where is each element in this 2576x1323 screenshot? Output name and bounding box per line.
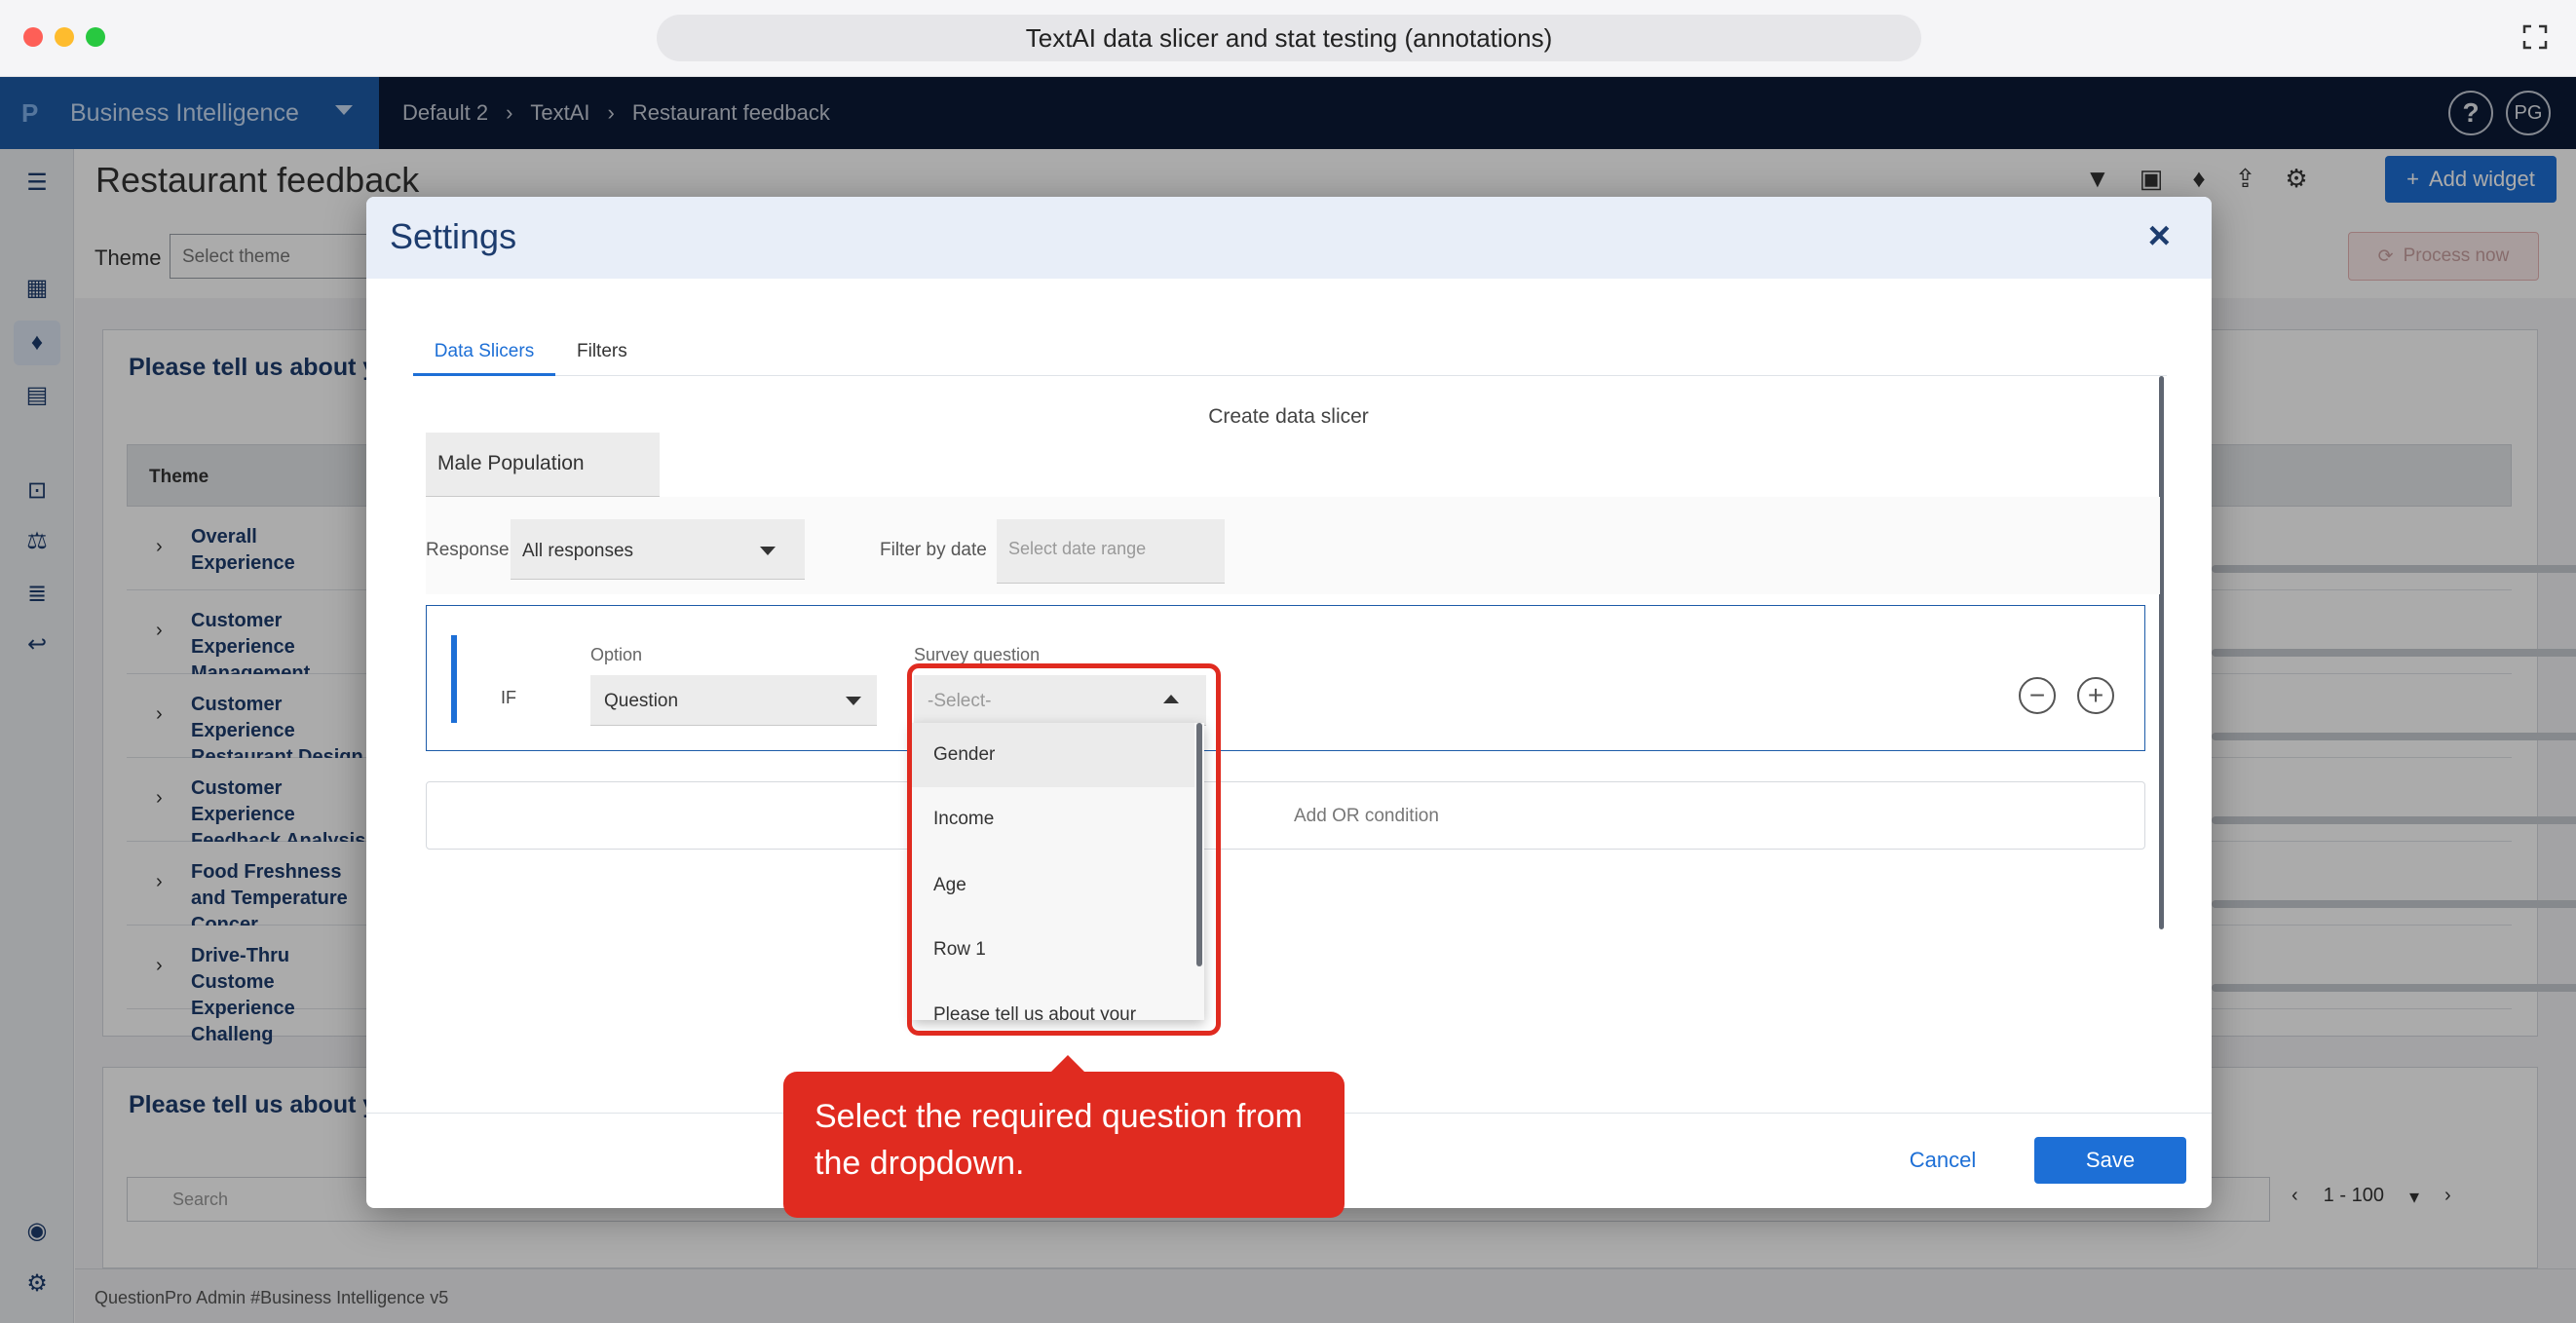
- add-condition-button[interactable]: +: [2077, 677, 2114, 714]
- add-or-label: Add OR condition: [1294, 806, 1439, 826]
- close-icon[interactable]: ×: [2148, 214, 2171, 258]
- save-button[interactable]: Save: [2034, 1137, 2186, 1184]
- section-title: Create data slicer: [1208, 405, 1369, 428]
- annotation-callout: Select the required question from the dr…: [783, 1072, 1345, 1218]
- modal-header: Settings ×: [366, 197, 2212, 279]
- window-chrome: TextAI data slicer and stat testing (ann…: [0, 0, 2576, 77]
- tab-data-slicers[interactable]: Data Slicers: [413, 331, 555, 376]
- modal-tabs: Data Slicers Filters: [413, 331, 2167, 376]
- annotation-highlight: [907, 663, 1221, 1036]
- response-status-value: All responses: [522, 541, 634, 561]
- chevron-down-icon: [846, 697, 861, 705]
- response-status-select[interactable]: All responses: [511, 519, 805, 580]
- callout-arrow: [1050, 1055, 1085, 1073]
- add-or-condition-button[interactable]: Add OR condition: [426, 781, 2145, 850]
- remove-condition-button[interactable]: −: [2019, 677, 2056, 714]
- chevron-down-icon: [760, 547, 776, 555]
- modal-title: Settings: [390, 216, 517, 256]
- fullscreen-icon[interactable]: [2521, 23, 2549, 51]
- option-label: Option: [590, 645, 643, 664]
- cancel-button[interactable]: Cancel: [1886, 1138, 1999, 1183]
- if-label: IF: [501, 688, 516, 707]
- condition-block: IF Option Question Survey question -Sele…: [426, 605, 2145, 751]
- settings-modal: Settings × Data Slicers Filters Create d…: [366, 197, 2212, 1208]
- tab-filters[interactable]: Filters: [577, 341, 627, 362]
- scrollbar[interactable]: [2159, 376, 2164, 929]
- maximize-window-button[interactable]: [86, 27, 105, 47]
- close-window-button[interactable]: [23, 27, 43, 47]
- survey-question-label: Survey question: [914, 645, 1041, 664]
- filter-date-label: Filter by date: [880, 540, 987, 560]
- option-select[interactable]: Question: [590, 675, 877, 726]
- condition-marker: [451, 635, 457, 723]
- option-value: Question: [604, 691, 679, 711]
- window-title: TextAI data slicer and stat testing (ann…: [657, 15, 1921, 61]
- minimize-window-button[interactable]: [55, 27, 74, 47]
- slicer-name-input[interactable]: Male Population: [426, 433, 660, 497]
- date-range-input[interactable]: Select date range: [997, 519, 1225, 584]
